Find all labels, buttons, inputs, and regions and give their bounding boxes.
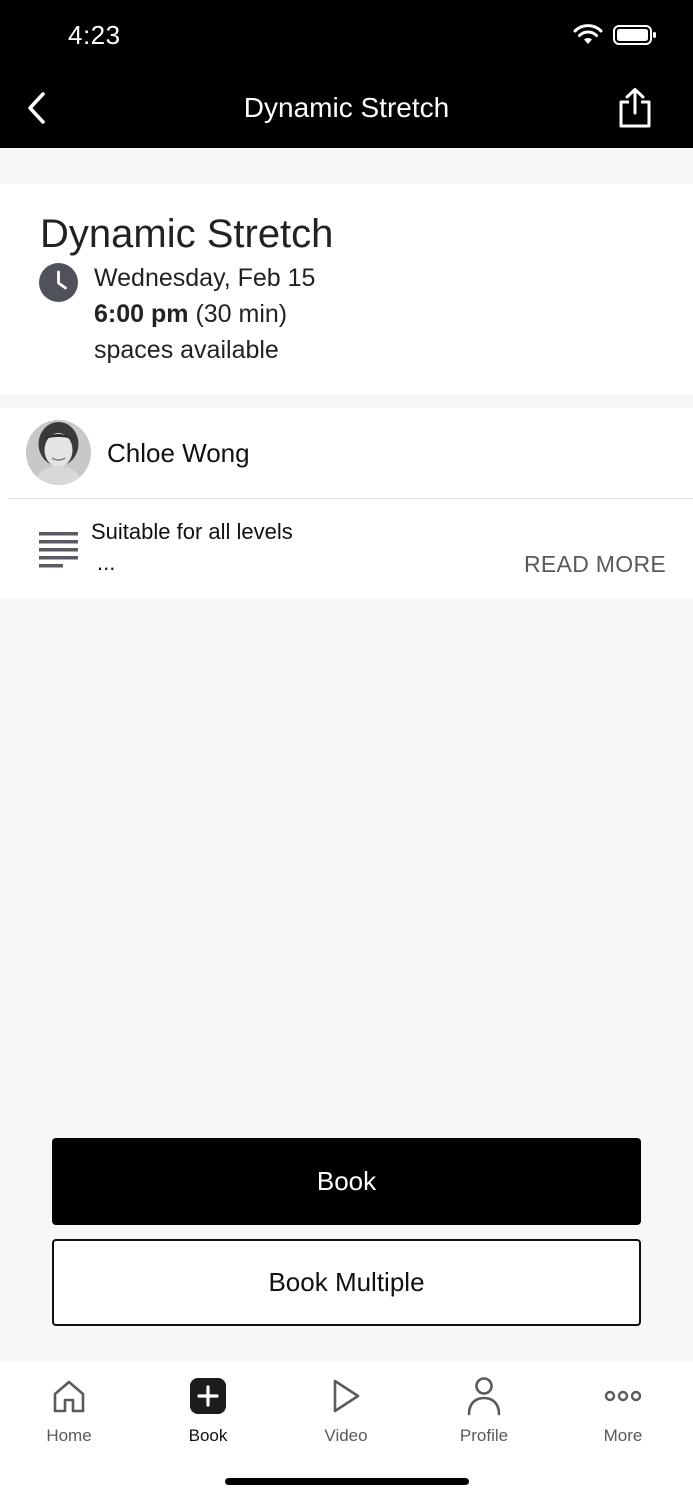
tab-video-label: Video	[324, 1426, 368, 1445]
class-title: Dynamic Stretch	[40, 212, 334, 256]
class-time: 6:00 pm	[94, 300, 189, 328]
plus-square-icon	[189, 1374, 227, 1418]
home-icon	[51, 1374, 87, 1418]
instructor-avatar[interactable]	[26, 420, 91, 485]
description-lines-icon	[39, 532, 79, 573]
nav-title: Dynamic Stretch	[243, 92, 450, 123]
battery-icon	[613, 24, 657, 51]
home-indicator[interactable]	[225, 1478, 469, 1485]
description-ellipsis: ...	[97, 550, 116, 575]
tab-profile[interactable]: Profile	[424, 1374, 544, 1446]
tab-more-label: More	[603, 1426, 643, 1445]
book-multiple-button[interactable]: Book Multiple	[52, 1239, 641, 1326]
detail-card: Chloe Wong Suitable for all levels ... R…	[0, 408, 693, 598]
play-icon	[330, 1374, 362, 1418]
book-button[interactable]: Book	[52, 1138, 641, 1225]
share-button[interactable]	[615, 87, 655, 134]
top-bar: 4:23 Dynamic Stretch	[0, 0, 693, 148]
class-duration: (30 min)	[195, 300, 288, 328]
read-more-link[interactable]: READ MORE	[524, 551, 666, 578]
status-time: 4:23	[68, 20, 121, 50]
instructor-name[interactable]: Chloe Wong	[107, 438, 250, 469]
tab-more[interactable]: More	[563, 1374, 683, 1446]
share-icon	[617, 87, 653, 134]
class-availability: spaces available	[94, 336, 279, 364]
tab-home[interactable]: Home	[9, 1374, 129, 1446]
status-icons	[573, 24, 657, 51]
clock-icon	[39, 263, 78, 307]
wifi-icon	[573, 24, 603, 51]
class-date: Wednesday, Feb 15	[94, 264, 316, 292]
tab-book[interactable]: Book	[148, 1374, 268, 1446]
screen: 4:23 Dynamic Stretch Dynamic Stretch Wed…	[0, 0, 693, 1500]
description-text: Suitable for all levels	[91, 519, 293, 544]
class-info-card: Dynamic Stretch Wednesday, Feb 15 6:00 p…	[0, 184, 693, 395]
person-icon	[466, 1374, 502, 1418]
tab-book-label: Book	[188, 1426, 228, 1445]
tab-home-label: Home	[46, 1426, 92, 1445]
more-dots-icon	[604, 1374, 642, 1418]
class-time-line: 6:00 pm (30 min)	[94, 300, 287, 329]
tab-profile-label: Profile	[459, 1426, 509, 1445]
tab-video[interactable]: Video	[286, 1374, 406, 1446]
divider	[8, 498, 693, 499]
